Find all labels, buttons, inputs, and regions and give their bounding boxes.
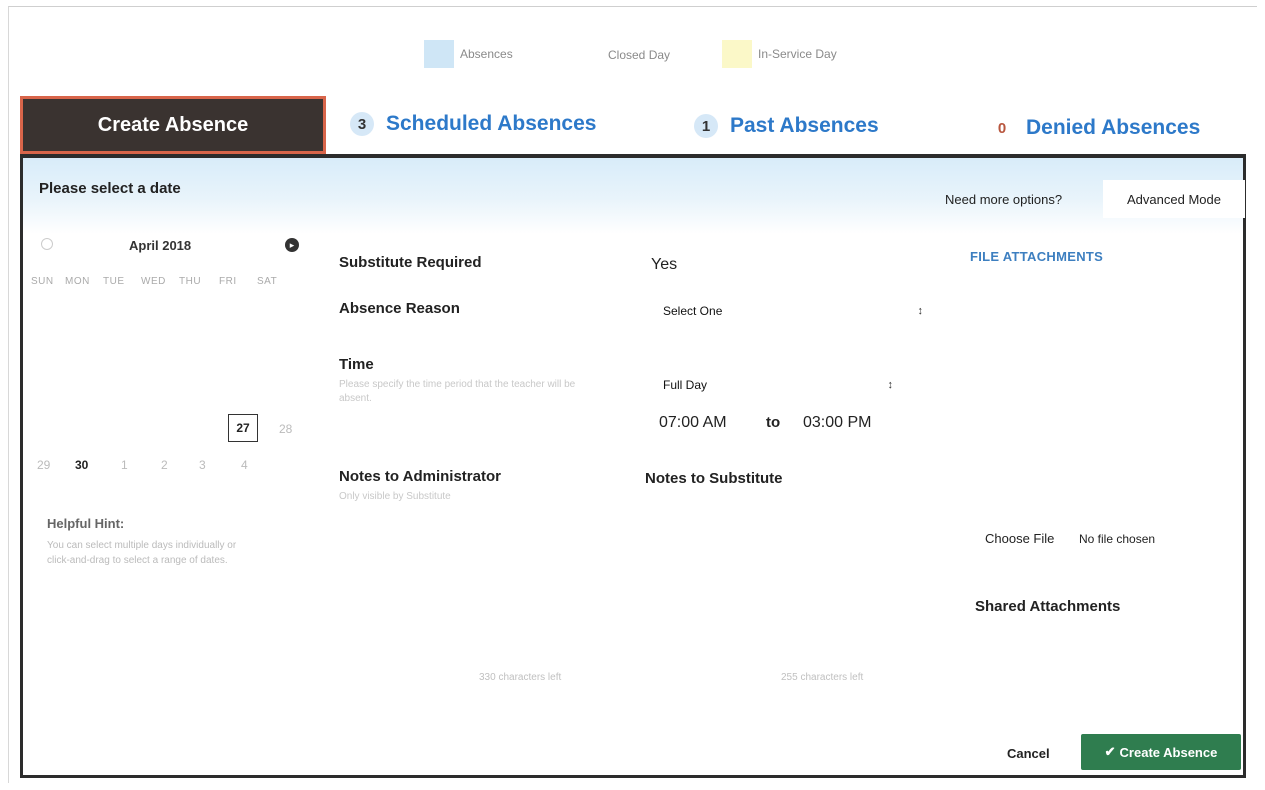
panel-title: Please select a date [39, 180, 181, 197]
notes-admin-char-count: 330 characters left [479, 672, 562, 683]
create-absence-button[interactable]: ✔ Create Absence [1081, 734, 1241, 770]
panel-header: Please select a date Need more options? … [23, 158, 1245, 234]
legend-closed-day: Closed Day [608, 48, 670, 62]
shared-attachments-title: Shared Attachments [975, 598, 1121, 615]
substitute-required-value: Yes [651, 256, 678, 273]
create-absence-panel: Please select a date Need more options? … [20, 154, 1246, 778]
checkmark-icon: ✔ [1104, 744, 1116, 759]
calendar-day-selected[interactable]: 27 [228, 414, 258, 442]
legend-in-service-label: In-Service Day [758, 47, 837, 61]
calendar-day[interactable]: 4 [241, 458, 248, 472]
calendar-day[interactable]: 28 [279, 422, 292, 436]
absence-reason-select[interactable]: Select One ↕ [663, 304, 923, 318]
tab-past-label: Past Absences [730, 114, 879, 137]
select-arrows-icon: ↕ [917, 305, 924, 317]
absences-swatch [424, 40, 454, 68]
legend-absences-label: Absences [460, 47, 513, 61]
tab-create-absence[interactable]: Create Absence [20, 96, 326, 154]
create-absence-button-label: Create Absence [1119, 744, 1218, 760]
in-service-swatch [722, 40, 752, 68]
tab-denied-absences[interactable]: 0 Denied Absences [990, 116, 1200, 140]
tab-scheduled-label: Scheduled Absences [386, 112, 597, 135]
notes-admin-label: Notes to Administrator [339, 468, 501, 485]
weekday-wed: WED [141, 276, 166, 287]
time-sublabel: Please specify the time period that the … [339, 379, 576, 404]
cancel-button[interactable]: Cancel [1007, 746, 1050, 761]
notes-admin-sublabel: Only visible by Substitute [339, 491, 451, 502]
past-count-badge: 1 [694, 114, 718, 138]
start-time-input[interactable]: 07:00 AM [659, 414, 727, 432]
notes-substitute-char-count: 255 characters left [781, 672, 864, 683]
time-label: Time [339, 356, 374, 373]
weekday-fri: FRI [219, 276, 237, 287]
tab-past-absences[interactable]: 1 Past Absences [694, 114, 879, 138]
time-select[interactable]: Full Day ↕ [663, 378, 893, 392]
tab-denied-label: Denied Absences [1026, 116, 1201, 139]
weekday-mon: MON [65, 276, 90, 287]
need-more-options-text: Need more options? [945, 192, 1063, 207]
calendar-legend: Absences Closed Day In-Service Day [0, 40, 1265, 70]
scheduled-count-badge: 3 [350, 112, 374, 136]
advanced-mode-button[interactable]: Advanced Mode [1103, 180, 1245, 218]
calendar-month-title: April 2018 [129, 238, 192, 253]
legend-closed-day-label: Closed Day [608, 48, 671, 62]
calendar-day[interactable]: 30 [75, 458, 88, 472]
legend-in-service-day: In-Service Day [722, 40, 837, 68]
time-value: Full Day [663, 378, 708, 392]
file-attachments-title: FILE ATTACHMENTS [970, 249, 1104, 264]
calendar-day[interactable]: 2 [161, 458, 168, 472]
chevron-right-icon[interactable]: ▸ [285, 238, 299, 252]
absence-reason-value: Select One [663, 304, 723, 318]
calendar-day[interactable]: 3 [199, 458, 206, 472]
absence-reason-label: Absence Reason [339, 300, 460, 317]
legend-absences: Absences [424, 40, 513, 68]
tab-create-label: Create Absence [97, 113, 249, 136]
weekday-sat: SAT [257, 276, 278, 287]
tab-scheduled-absences[interactable]: 3 Scheduled Absences [350, 112, 596, 136]
substitute-required-label: Substitute Required [339, 254, 482, 271]
notes-substitute-label: Notes to Substitute [645, 470, 783, 487]
time-to-label: to [766, 414, 781, 431]
weekday-tue: TUE [103, 276, 125, 287]
helpful-hint-title: Helpful Hint: [47, 516, 125, 531]
calendar-day[interactable]: 29 [37, 458, 50, 472]
select-arrows-icon: ↕ [887, 379, 894, 391]
weekday-sun: SUN [31, 276, 54, 287]
chevron-left-icon[interactable] [41, 238, 53, 250]
denied-count-badge: 0 [997, 119, 1007, 137]
choose-file-button[interactable]: Choose File [985, 531, 1054, 546]
helpful-hint-text: You can select multiple days individuall… [47, 540, 237, 566]
calendar-day[interactable]: 1 [121, 458, 128, 472]
no-file-chosen-text: No file chosen [1079, 532, 1156, 546]
end-time-input[interactable]: 03:00 PM [803, 414, 871, 432]
weekday-thu: THU [179, 276, 202, 287]
